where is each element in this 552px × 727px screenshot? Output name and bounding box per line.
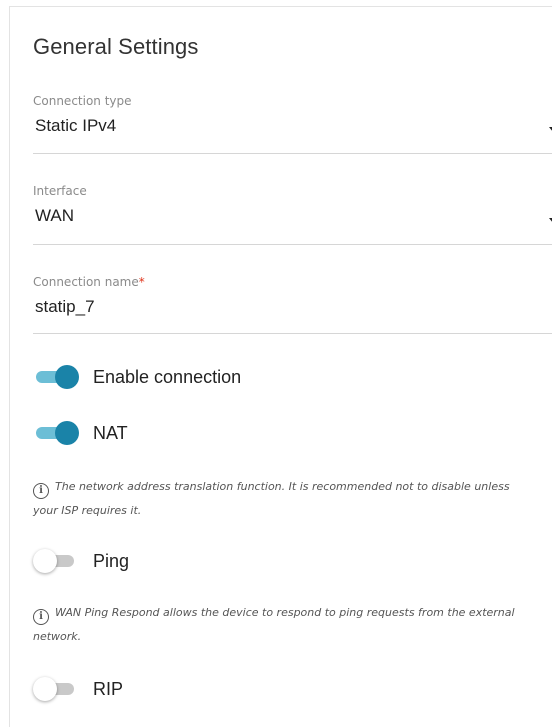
enable-connection-toggle[interactable]	[33, 365, 79, 389]
connection-name-label: Connection name*	[33, 275, 145, 289]
enable-connection-label: Enable connection	[93, 366, 242, 387]
nat-label: NAT	[93, 422, 128, 443]
ping-toggle[interactable]	[33, 549, 79, 573]
ping-row: Ping	[33, 549, 129, 573]
required-asterisk: *	[138, 275, 145, 289]
enable-connection-row: Enable connection	[33, 365, 241, 389]
connection-type-select[interactable]: Connection type Static IPv4	[33, 94, 552, 154]
rip-label: RIP	[93, 678, 124, 699]
nat-hint: i The network address translation functio…	[33, 480, 510, 517]
connection-name-input[interactable]: statip_7	[33, 297, 552, 317]
ping-hint: i WAN Ping Respond allows the device to r…	[33, 606, 515, 643]
interface-label: Interface	[33, 184, 87, 198]
interface-value: WAN	[35, 206, 75, 225]
connection-name-field[interactable]: Connection name* statip_7	[33, 275, 552, 334]
connection-type-value: Static IPv4	[35, 116, 117, 135]
info-icon: i	[33, 483, 49, 499]
nat-toggle[interactable]	[33, 421, 79, 445]
nat-row: NAT	[33, 421, 128, 445]
info-icon: i	[33, 609, 49, 625]
interface-select[interactable]: Interface WAN	[33, 184, 552, 245]
connection-type-label: Connection type	[33, 94, 132, 108]
section-title: General Settings	[33, 34, 199, 59]
rip-toggle[interactable]	[33, 677, 79, 701]
ping-label: Ping	[93, 550, 130, 571]
rip-row: RIP	[33, 677, 123, 701]
